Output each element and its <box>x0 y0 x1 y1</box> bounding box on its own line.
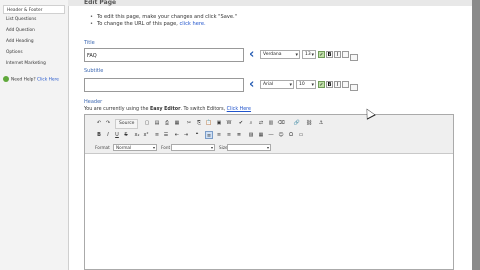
bullet-list-icon[interactable]: ☰ <box>162 131 170 139</box>
rich-text-editor: ↶ ↷ Source ▢ ▤ ⎙ ▦ ✂ ⎘ 📋 ▣ W ✔ ⌕ ⇄ ▥ ⌫ 🔗… <box>84 114 454 270</box>
underline-icon[interactable]: U <box>113 131 121 139</box>
spellcheck-icon[interactable]: ✔ <box>237 119 245 127</box>
image-icon[interactable]: ▨ <box>247 131 255 139</box>
help-icon <box>3 76 9 82</box>
redo-icon[interactable]: ↷ <box>104 119 112 127</box>
superscript-icon[interactable]: x² <box>142 131 150 139</box>
title-italic-button[interactable]: I <box>334 51 341 58</box>
subscript-icon[interactable]: x₂ <box>133 131 141 139</box>
sidebar: Header & Footer List Questions Add Quest… <box>0 0 69 270</box>
help-link[interactable]: Click Here <box>37 78 59 83</box>
link-icon[interactable]: 🔗 <box>293 119 301 127</box>
print-icon[interactable]: ⎙ <box>163 119 171 127</box>
subtitle-italic-button[interactable]: I <box>334 81 341 88</box>
paste-text-icon[interactable]: ▣ <box>215 119 223 127</box>
instruction-line-1: To edit this page, make your changes and… <box>90 14 237 21</box>
main-content: Edit Page To edit this page, make your c… <box>68 0 472 270</box>
title-extra-button[interactable] <box>342 51 349 58</box>
indent-icon[interactable]: ⇥ <box>182 131 190 139</box>
paste-word-icon[interactable]: W <box>225 119 233 127</box>
find-icon[interactable]: ⌕ <box>247 119 255 127</box>
preview-icon[interactable]: ▤ <box>153 119 161 127</box>
horizontal-rule-icon[interactable]: ― <box>267 131 275 139</box>
source-button[interactable]: Source <box>115 119 139 129</box>
cut-icon[interactable]: ✂ <box>185 119 193 127</box>
title-bold-button[interactable]: B <box>326 51 333 58</box>
page: Header & Footer List Questions Add Quest… <box>0 0 472 270</box>
subtitle-extra-button[interactable] <box>342 81 349 88</box>
subtitle-label: Subtitle <box>84 68 104 74</box>
title-label: Title <box>84 40 95 46</box>
change-url-link[interactable]: click here. <box>179 21 205 27</box>
numbered-list-icon[interactable]: ≡ <box>153 131 161 139</box>
page-title: Edit Page <box>68 0 472 6</box>
align-left-icon[interactable]: ≡ <box>205 131 213 139</box>
font-label: Font <box>161 145 171 150</box>
help-text: Need Help? <box>11 77 36 83</box>
header-label: Header <box>84 99 103 105</box>
blockquote-icon[interactable]: ❝ <box>193 131 201 139</box>
chevron-left-icon[interactable]: ‹ <box>249 78 256 92</box>
paste-icon[interactable]: 📋 <box>205 119 213 127</box>
subtitle-underline-button[interactable] <box>350 84 358 91</box>
editor-toolbar: ↶ ↷ Source ▢ ▤ ⎙ ▦ ✂ ⎘ 📋 ▣ W ✔ ⌕ ⇄ ▥ ⌫ 🔗… <box>85 115 453 154</box>
editor-content-area[interactable] <box>85 154 453 269</box>
size-select[interactable]: ▾ <box>227 144 271 151</box>
smiley-icon[interactable]: ☺ <box>277 131 285 139</box>
instructions: To edit this page, make your changes and… <box>90 14 237 28</box>
chevron-left-icon[interactable]: ‹ <box>249 48 256 62</box>
replace-icon[interactable]: ⇄ <box>257 119 265 127</box>
format-select[interactable]: Normal ▾ <box>113 144 157 151</box>
title-underline-button[interactable] <box>350 54 358 61</box>
sidebar-item-header-footer[interactable]: Header & Footer <box>3 5 65 14</box>
bold-icon[interactable]: B <box>95 131 103 139</box>
title-font-select[interactable]: Verdana ▾ <box>260 50 300 59</box>
new-page-icon[interactable]: ▢ <box>143 119 151 127</box>
subtitle-color-toggle[interactable]: ✓ <box>318 81 325 88</box>
subtitle-bold-button[interactable]: B <box>326 81 333 88</box>
anchor-icon[interactable]: ⚓ <box>317 119 325 127</box>
title-size-select[interactable]: 13 ▾ <box>302 50 316 59</box>
format-label: Format <box>95 145 110 150</box>
sidebar-item-internet-marketing[interactable]: Internet Marketing <box>3 59 65 68</box>
select-all-icon[interactable]: ▥ <box>267 119 275 127</box>
sidebar-item-add-heading[interactable]: Add Heading <box>3 37 65 46</box>
undo-icon[interactable]: ↶ <box>95 119 103 127</box>
title-input[interactable]: FAQ <box>84 48 244 62</box>
sidebar-item-options[interactable]: Options <box>3 48 65 57</box>
subtitle-input[interactable] <box>84 78 244 92</box>
strikethrough-icon[interactable]: S <box>122 131 130 139</box>
subtitle-size-select[interactable]: 10 ▾ <box>296 80 316 89</box>
maximize-icon[interactable]: ▭ <box>297 131 305 139</box>
subtitle-font-select[interactable]: Arial ▾ <box>260 80 294 89</box>
table-icon[interactable]: ▦ <box>257 131 265 139</box>
title-color-toggle[interactable]: ✓ <box>318 51 325 58</box>
switch-editor-link[interactable]: Click Here <box>227 107 251 112</box>
unlink-icon[interactable]: ⛓ <box>305 119 313 127</box>
outdent-icon[interactable]: ⇤ <box>173 131 181 139</box>
align-right-icon[interactable]: ≡ <box>225 131 233 139</box>
special-char-icon[interactable]: Ω <box>287 131 295 139</box>
remove-format-icon[interactable]: ⌫ <box>277 119 285 127</box>
template-icon[interactable]: ▦ <box>173 119 181 127</box>
copy-icon[interactable]: ⎘ <box>195 119 203 127</box>
font-select[interactable]: ▾ <box>171 144 215 151</box>
sidebar-item-add-question[interactable]: Add Question <box>3 26 65 35</box>
justify-icon[interactable]: ≣ <box>235 131 243 139</box>
instruction-line-2: To change the URL of this page, click he… <box>90 21 237 28</box>
align-center-icon[interactable]: ≡ <box>215 131 223 139</box>
help-box: Need Help? Click Here <box>3 76 59 83</box>
sidebar-item-list-questions[interactable]: List Questions <box>3 15 65 24</box>
editor-mode-note: You are currently using the Easy Editor.… <box>84 107 252 112</box>
italic-icon[interactable]: I <box>104 131 112 139</box>
